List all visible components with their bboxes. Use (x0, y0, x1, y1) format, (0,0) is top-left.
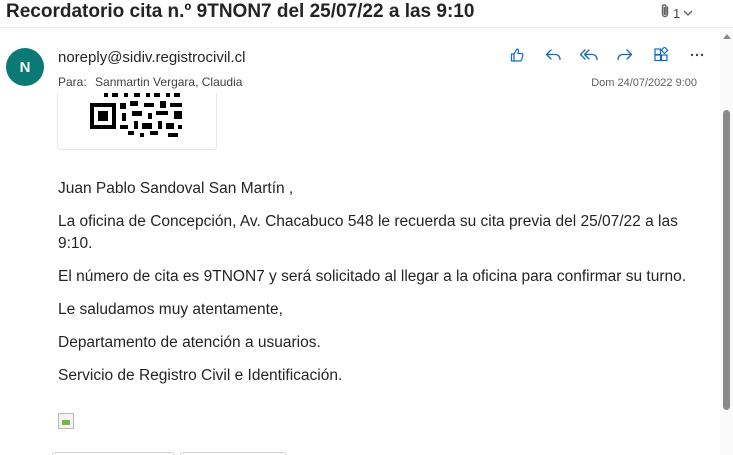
message-actions (499, 45, 715, 68)
thumbs-up-icon (509, 47, 525, 68)
subject-bar: Recordatorio cita n.º 9TNON7 del 25/07/2… (0, 0, 733, 28)
sent-date: Dom 24/07/2022 9:00 (591, 77, 697, 89)
qr-code-card (57, 93, 217, 150)
vertical-scrollbar[interactable] (720, 30, 733, 455)
apps-icon (653, 45, 669, 68)
more-actions-button[interactable] (679, 46, 715, 68)
message-body: Juan Pablo Sandoval San Martín , La ofic… (58, 178, 708, 398)
paperclip-icon (659, 3, 671, 24)
broken-image-icon (58, 413, 74, 429)
recipient-name[interactable]: Sanmartin Vergara, Claudia (95, 75, 242, 89)
scrollbar-thumb[interactable] (723, 110, 730, 410)
reply-button[interactable] (535, 46, 571, 68)
appointment-number-text: El número de cita es 9TNON7 y será solic… (58, 268, 687, 285)
attachment-count: 1 (673, 6, 681, 21)
chevron-down-icon[interactable] (682, 5, 694, 23)
apps-button[interactable] (643, 45, 679, 68)
service-signature-text: Servicio de Registro Civil e Identificac… (58, 367, 343, 384)
reply-all-button[interactable] (571, 46, 607, 68)
more-icon (689, 47, 705, 68)
email-subject: Recordatorio cita n.º 9TNON7 del 25/07/2… (6, 1, 475, 22)
reply-icon (544, 47, 562, 68)
department-text: Departamento de atención a usuarios. (58, 334, 321, 351)
closing-text: Le saludamos muy atentamente, (58, 301, 283, 318)
forward-icon (616, 47, 634, 68)
like-button[interactable] (499, 46, 535, 68)
greeting-text: Juan Pablo Sandoval San Martín , (58, 180, 294, 197)
sender-email[interactable]: noreply@sidiv.registrocivil.cl (58, 49, 246, 66)
office-reminder-text: La oficina de Concepción, Av. Chacabuco … (58, 213, 678, 252)
recipient-line: Para: Sanmartin Vergara, Claudia (58, 75, 242, 89)
scroll-up-arrow-icon[interactable] (723, 34, 731, 39)
forward-button[interactable] (607, 46, 643, 68)
recipient-label: Para: (58, 75, 87, 89)
reply-all-icon (579, 47, 599, 68)
qr-code-image (90, 93, 182, 137)
sender-avatar[interactable]: N (6, 48, 44, 86)
attachment-indicator[interactable]: 1 (659, 3, 694, 24)
